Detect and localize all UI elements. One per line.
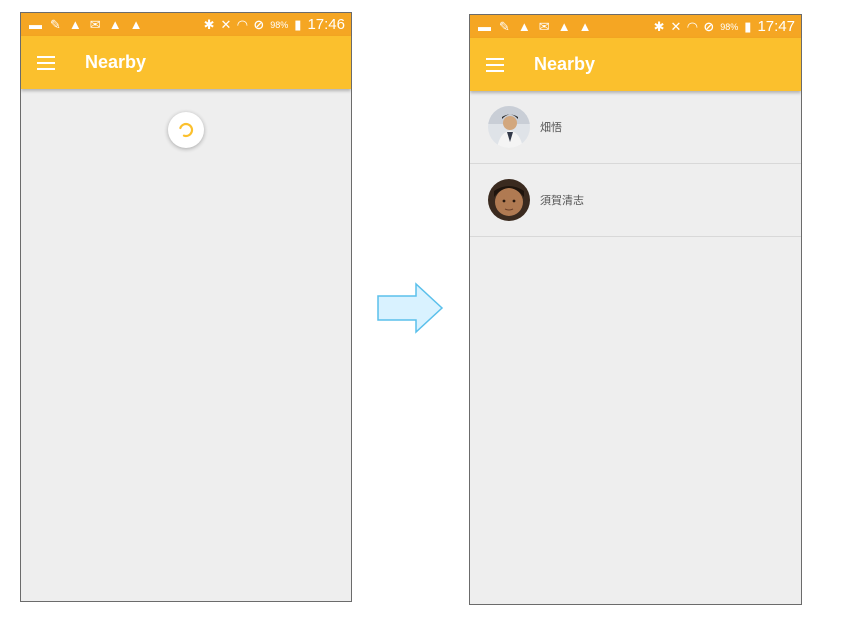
spinner-arc-icon <box>179 122 194 138</box>
mail-icon: ✉ <box>89 17 101 32</box>
status-bar: ▬ ✎ ▲ ✉ ▲ ▲ ✱ ✕ ◠ ⊘ 98% ▮ 17:47 <box>470 15 801 38</box>
status-system-icons: ✱ ✕ ◠ ⊘ 98% ▮ 17:46 <box>204 16 345 33</box>
app-bar-title: Nearby <box>85 52 147 72</box>
user-name: 須賀清志 <box>540 194 584 207</box>
status-notification-icons: ▬ ✎ ▲ ✉ ▲ ▲ <box>478 20 591 33</box>
avatar <box>488 106 530 148</box>
avatar <box>488 179 530 221</box>
warning-icon: ▲ <box>108 17 122 32</box>
list-item[interactable]: 畑悟 <box>470 91 801 164</box>
status-bar: ▬ ✎ ▲ ✉ ▲ ▲ ✱ ✕ ◠ ⊘ 98% ▮ 17:46 <box>21 13 351 36</box>
chat-icon: ▬ <box>29 17 42 32</box>
mute-icon: ✕ <box>670 19 682 34</box>
phone-screen-loading: ▬ ✎ ▲ ✉ ▲ ▲ ✱ ✕ ◠ ⊘ 98% ▮ 17:46 Nearby <box>20 12 352 602</box>
wifi-icon: ◠ <box>687 19 698 34</box>
warning-icon: ▲ <box>578 19 592 34</box>
status-notification-icons: ▬ ✎ ▲ ✉ ▲ ▲ <box>29 18 142 31</box>
warning-icon: ▲ <box>517 19 531 34</box>
hamburger-menu-icon[interactable] <box>486 57 504 72</box>
status-system-icons: ✱ ✕ ◠ ⊘ 98% ▮ 17:47 <box>654 18 795 35</box>
app-bar: Nearby <box>470 38 801 91</box>
battery-icon: ▮ <box>744 19 752 34</box>
warning-icon: ▲ <box>68 17 82 32</box>
blocked-icon: ⊘ <box>703 19 715 34</box>
battery-percent: 98% <box>270 19 289 30</box>
phone-screen-nearby-list: ▬ ✎ ▲ ✉ ▲ ▲ ✱ ✕ ◠ ⊘ 98% ▮ 17:47 Nearby 畑… <box>469 14 802 605</box>
mute-icon: ✕ <box>220 17 232 32</box>
status-time: 17:46 <box>307 16 345 33</box>
battery-percent: 98% <box>720 21 739 32</box>
hamburger-menu-icon[interactable] <box>37 55 55 70</box>
app-bar-title: Nearby <box>534 54 596 74</box>
mail-icon: ✉ <box>538 19 550 34</box>
nearby-user-list: 畑悟 須賀清志 <box>470 91 801 237</box>
bluetooth-icon: ✱ <box>203 17 215 32</box>
battery-icon: ▮ <box>294 17 302 32</box>
chat-icon: ▬ <box>478 19 491 34</box>
wifi-icon: ◠ <box>237 17 248 32</box>
status-time: 17:47 <box>757 18 795 35</box>
blocked-icon: ⊘ <box>253 17 265 32</box>
user-name: 畑悟 <box>540 121 562 134</box>
right-arrow-icon <box>377 282 444 334</box>
wrench-icon: ✎ <box>50 17 61 32</box>
warning-icon: ▲ <box>557 19 571 34</box>
wrench-icon: ✎ <box>499 19 510 34</box>
app-bar: Nearby <box>21 36 351 89</box>
warning-icon: ▲ <box>129 17 143 32</box>
list-item[interactable]: 須賀清志 <box>470 164 801 237</box>
bluetooth-icon: ✱ <box>653 19 665 34</box>
loading-spinner <box>168 112 204 148</box>
